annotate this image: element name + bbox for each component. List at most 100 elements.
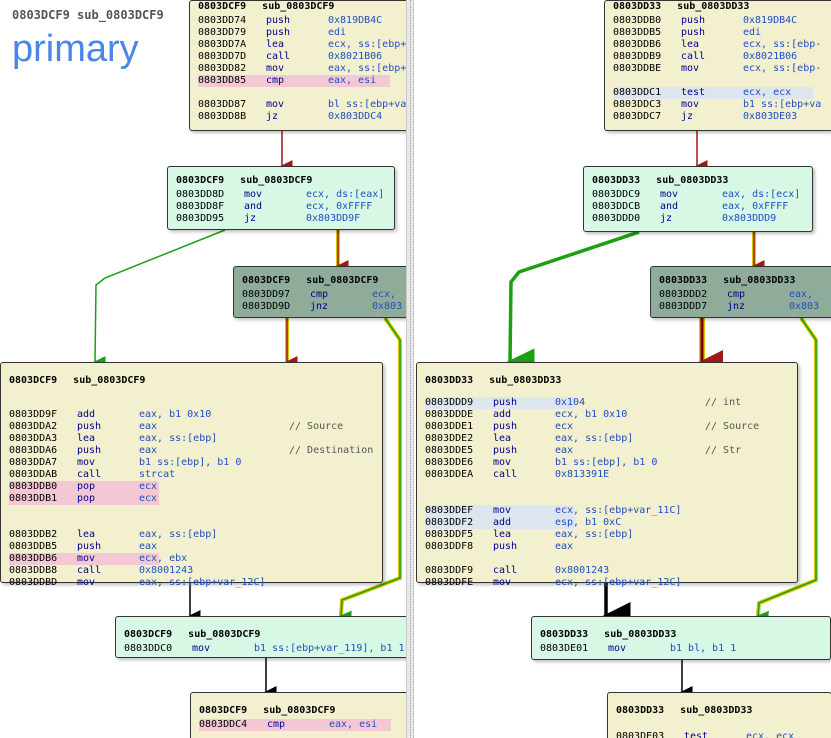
code-block-l6[interactable]: 0803DCF9 sub_0803DCF9 0803DDC4 cmp eax, esi xyxy=(190,692,406,738)
instruction-row[interactable]: 0803DDE2 lea eax, ss:[ebp] xyxy=(425,433,633,445)
instruction-address: 0803DDD9 xyxy=(425,397,474,408)
block-title: 0803DCF9 sub_0803DCF9 xyxy=(199,705,335,716)
block-title: 0803DCF9 sub_0803DCF9 xyxy=(198,1,334,12)
instruction-operands: b1 ss:[ebp+var_119], b1 1 xyxy=(254,643,405,654)
instruction-row[interactable]: 0803DD85 cmp eax, esi xyxy=(198,75,390,87)
instruction-row[interactable]: 0803DDD7 jnz 0x803 xyxy=(659,301,819,313)
code-block-r5[interactable]: 0803DD33 sub_0803DD33 0803DE01 mov b1 bl, b1… xyxy=(531,616,831,660)
instruction-row[interactable]: 0803DDBE mov ecx, ss:[ebp- xyxy=(613,63,821,75)
code-block-r3[interactable]: 0803DD33 sub_0803DD33 0803DDD2 cmp eax, 0803D… xyxy=(650,266,831,318)
instruction-row[interactable]: 0803DD7A lea ecx, ss:[ebp+ xyxy=(198,39,406,51)
instruction-row[interactable]: 0803DDC0 mov b1 ss:[ebp+var_119], b1 1 xyxy=(124,643,405,655)
instruction-row[interactable]: 0803DD9F add eax, b1 0x10 xyxy=(9,409,211,421)
instruction-mnemonic: lea xyxy=(493,529,512,540)
instruction-address: 0803DDBE xyxy=(613,63,662,74)
instruction-row[interactable]: 0803DDC4 cmp eax, esi xyxy=(199,719,391,731)
instruction-operands: eax xyxy=(139,421,158,432)
instruction-row[interactable]: 0803DDE1 push ecx // Source xyxy=(425,421,759,433)
code-block-l1[interactable]: 0803DCF9 sub_0803DCF9 0803DD74 push 0x819DB4… xyxy=(189,0,406,131)
instruction-row[interactable]: 0803DDB8 call 0x8001243 xyxy=(9,565,193,577)
instruction-row[interactable]: 0803DDA3 lea eax, ss:[ebp] xyxy=(9,433,217,445)
instruction-operands: ecx, ss:[ebp- xyxy=(743,39,822,50)
instruction-row[interactable]: 0803DDE5 push eax // Str xyxy=(425,445,741,457)
secondary-graph-pane[interactable]: 0803DD33 sub_0803DD33 0803DDB0 push 0x819DB4… xyxy=(414,0,831,738)
instruction-row[interactable]: 0803DD9D jnz 0x803 xyxy=(242,301,402,313)
code-block-r6[interactable]: 0803DD33 sub_0803DD33 0803DE03 test ecx, ecx xyxy=(607,692,831,738)
instruction-row[interactable]: 0803DE03 test ecx, ecx xyxy=(616,731,811,738)
instruction-row[interactable]: 0803DD8F and ecx, 0xFFFF xyxy=(176,201,374,213)
pane-splitter[interactable] xyxy=(406,0,414,738)
instruction-row[interactable]: 0803DD97 cmp ecx, xyxy=(242,289,396,301)
code-block-l2[interactable]: 0803DCF9 sub_0803DCF9 0803DD8D mov ecx, ds:[… xyxy=(167,166,395,230)
instruction-address: 0803DDDE xyxy=(425,409,474,420)
code-block-l4[interactable]: 0803DCF9 sub_0803DCF9 0803DD9F add eax, b1 0… xyxy=(0,362,383,588)
primary-graph-pane[interactable]: 0803DCF9 sub_0803DCF9 primary 0803DCF9 su… xyxy=(0,0,406,738)
instruction-row[interactable]: 0803DDFE mov ecx, ss:[ebp+var_12C] xyxy=(425,577,681,589)
instruction-row[interactable]: 0803DDF9 call 0x8001243 xyxy=(425,565,609,577)
instruction-row[interactable]: 0803DDA6 push eax // Destination xyxy=(9,445,373,457)
instruction-row[interactable]: 0803DD87 mov bl ss:[ebp+var xyxy=(198,99,406,111)
instruction-address: 0803DD8F xyxy=(176,201,225,212)
instruction-row[interactable]: 0803DD79 push edi xyxy=(198,27,390,39)
instruction-row[interactable]: 0803DDCB and eax, 0xFFFF xyxy=(592,201,792,213)
instruction-row[interactable]: 0803DDD9 push 0x104 // int xyxy=(425,397,741,409)
instruction-row[interactable]: 0803DDC1 test ecx, ecx xyxy=(613,87,813,99)
instruction-row[interactable]: 0803DD74 push 0x819DB4C xyxy=(198,15,390,27)
instruction-row[interactable]: 0803DDC3 mov b1 ss:[ebp+va xyxy=(613,99,821,111)
instruction-row[interactable]: 0803DD8D mov ecx, ds:[eax] xyxy=(176,189,384,201)
instruction-row[interactable]: 0803DDBD mov eax, ss:[ebp+var_12C] xyxy=(9,577,265,589)
block-title: 0803DD33 sub_0803DD33 xyxy=(613,1,749,12)
code-block-l3[interactable]: 0803DCF9 sub_0803DCF9 0803DD97 cmp ecx, 0803D… xyxy=(233,266,406,318)
code-block-r1[interactable]: 0803DD33 sub_0803DD33 0803DDB0 push 0x819DB4… xyxy=(604,0,831,131)
instruction-row[interactable]: 0803DDC9 mov eax, ds:[ecx] xyxy=(592,189,800,201)
instruction-operands: eax xyxy=(139,445,158,456)
instruction-mnemonic: call xyxy=(493,469,518,480)
instruction-row[interactable]: 0803DDE6 mov b1 ss:[ebp], b1 0 xyxy=(425,457,657,469)
instruction-row[interactable]: 0803DDF2 add esp, b1 0xC xyxy=(425,517,621,529)
instruction-operands: 0x803DD9F xyxy=(306,213,361,224)
instruction-row[interactable]: 0803DDB2 lea eax, ss:[ebp] xyxy=(9,529,217,541)
instruction-operands: ecx xyxy=(139,493,158,504)
instruction-address: 0803DDB2 xyxy=(9,529,58,540)
instruction-row[interactable]: 0803DDA2 push eax // Source xyxy=(9,421,343,433)
instruction-row[interactable]: 0803DDB9 call 0x8021B06 xyxy=(613,51,813,63)
instruction-mnemonic: jz xyxy=(244,213,257,224)
instruction-row[interactable]: 0803DE01 mov b1 bl, b1 1 xyxy=(540,643,810,655)
instruction-row[interactable]: 0803DDF5 lea eax, ss:[ebp] xyxy=(425,529,633,541)
block-title-address: 0803DD33 xyxy=(540,629,589,640)
instruction-row[interactable]: 0803DDA7 mov b1 ss:[ebp], b1 0 xyxy=(9,457,241,469)
instruction-address: 0803DDB5 xyxy=(613,27,662,38)
code-block-r4[interactable]: 0803DD33 sub_0803DD33 0803DDD9 push 0x104 // … xyxy=(416,362,798,588)
instruction-operands: b1 ss:[ebp], b1 0 xyxy=(139,457,242,468)
instruction-row[interactable]: 0803DDC7 jz 0x803DE03 xyxy=(613,111,813,123)
block-title-function: sub_0803DD33 xyxy=(656,175,729,186)
instruction-row[interactable]: 0803DDB5 push edi xyxy=(613,27,813,39)
instruction-operands: eax, esi xyxy=(328,75,377,86)
instruction-row[interactable]: 0803DDD0 jz 0x803DDD9 xyxy=(592,213,792,225)
instruction-address: 0803DD7D xyxy=(198,51,247,62)
block-title-address: 0803DCF9 xyxy=(176,175,225,186)
instruction-row[interactable]: 0803DD95 jz 0x803DD9F xyxy=(176,213,374,225)
instruction-row[interactable]: 0803DD82 mov eax, ss:[ebp+ xyxy=(198,63,406,75)
instruction-operands: eax, ss:[ebp+ xyxy=(328,63,406,74)
instruction-row[interactable]: 0803DDD2 cmp eax, xyxy=(659,289,814,301)
instruction-row[interactable]: 0803DDEA call 0x813391E xyxy=(425,469,609,481)
instruction-operands: 0x8021B06 xyxy=(328,51,383,62)
instruction-row[interactable]: 0803DDB5 push eax xyxy=(9,541,159,553)
instruction-address: 0803DDC9 xyxy=(592,189,641,200)
instruction-row[interactable]: 0803DDB6 mov ecx, ebx xyxy=(9,553,187,565)
instruction-row[interactable]: 0803DD7D call 0x8021B06 xyxy=(198,51,390,63)
instruction-row[interactable]: 0803DDB0 push 0x819DB4C xyxy=(613,15,813,27)
instruction-row[interactable]: 0803DDB6 lea ecx, ss:[ebp- xyxy=(613,39,821,51)
instruction-row[interactable]: 0803DDDE add ecx, b1 0x10 xyxy=(425,409,627,421)
instruction-row[interactable]: 0803DDAB call strcat xyxy=(9,469,175,481)
instruction-address: 0803DDF5 xyxy=(425,529,474,540)
instruction-row[interactable]: 0803DDF8 push eax xyxy=(425,541,575,553)
instruction-row[interactable]: 0803DDB1 pop ecx xyxy=(9,493,159,505)
instruction-row[interactable]: 0803DDEF mov ecx, ss:[ebp+var_11C] xyxy=(425,505,681,517)
instruction-row[interactable]: 0803DDB0 pop ecx xyxy=(9,481,159,493)
code-block-r2[interactable]: 0803DD33 sub_0803DD33 0803DDC9 mov eax, ds:[… xyxy=(583,166,813,232)
instruction-address: 0803DDF9 xyxy=(425,565,474,576)
code-block-l5[interactable]: 0803DCF9 sub_0803DCF9 0803DDC0 mov b1 ss:[eb… xyxy=(115,616,406,658)
instruction-row[interactable]: 0803DD8B jz 0x803DDC4 xyxy=(198,111,390,123)
